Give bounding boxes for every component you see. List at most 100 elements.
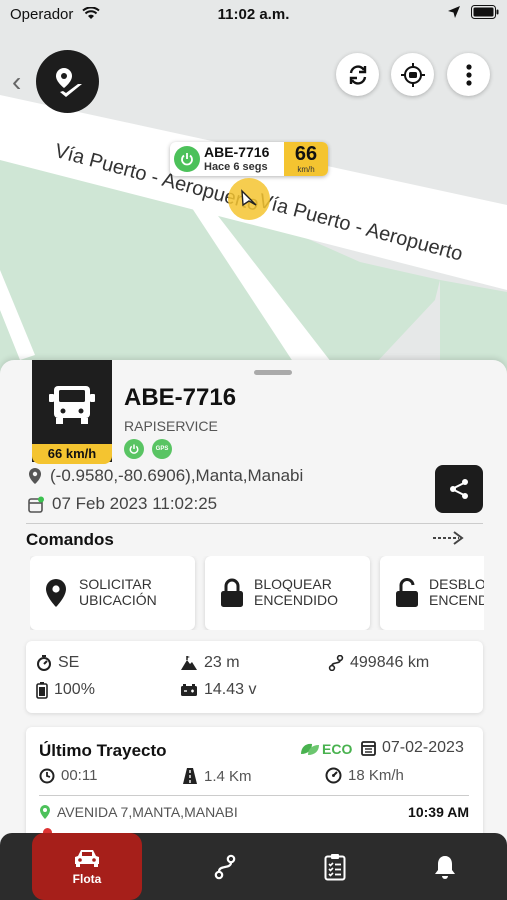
marker-speed-unit: km/h	[297, 165, 315, 174]
address-text: AVENIDA 7,MANTA,MANABI	[57, 804, 238, 820]
marker-speed-value: 66	[294, 143, 318, 165]
stat-value: 499846 km	[350, 654, 430, 671]
command-label: BLOQUEAR ENCENDIDO	[254, 576, 339, 608]
compass-icon	[37, 655, 51, 671]
arrow-right-icon	[433, 531, 464, 545]
car-battery-icon	[181, 684, 197, 696]
stat-value: SE	[58, 654, 80, 671]
vehicle-speed-badge: 66 km/h	[32, 444, 112, 464]
stat-battery: 100%	[36, 681, 95, 699]
tab-fleet[interactable]: Flota	[32, 833, 142, 900]
vehicle-position-marker[interactable]	[228, 178, 270, 220]
status-icons	[447, 5, 499, 19]
trip-duration: 00:11	[39, 767, 97, 784]
tab-notifications[interactable]	[390, 833, 500, 900]
clock-icon	[39, 768, 55, 783]
marker-last-update: Hace 6 segs	[204, 161, 268, 173]
location-text: (-0.9580,-80.6906),Manta,Manabi	[50, 466, 304, 485]
crosshair-icon	[400, 62, 425, 87]
location-arrow-icon	[448, 6, 460, 18]
route-icon	[214, 854, 236, 879]
tab-reports[interactable]	[280, 833, 390, 900]
marker-plate: ABE-7716	[204, 144, 270, 160]
location-pin-icon	[46, 579, 66, 607]
eco-badge: ECO	[300, 741, 352, 757]
vehicle-location: (-0.9580,-80.6906),Manta,Manabi	[28, 466, 303, 486]
power-on-icon	[174, 146, 200, 172]
vehicle-detail-sheet: 66 km/h ABE-7716 RAPISERVICE GPS (-0.958…	[0, 360, 507, 840]
status-bar: Operador 11:02 a.m.	[0, 0, 507, 30]
trip-avg-speed: 18 Km/h	[325, 767, 404, 784]
commands-list[interactable]: SOLICITAR UBICACIÓN BLOQUEAR ENCENDIDO D…	[30, 556, 484, 630]
calendar-icon	[361, 741, 376, 756]
last-trip-date: 07-02-2023	[361, 739, 464, 757]
commands-title: Comandos	[26, 530, 114, 549]
battery-icon	[36, 682, 48, 699]
ignition-on-icon	[124, 439, 144, 459]
car-icon	[75, 849, 99, 867]
bell-icon	[435, 855, 455, 879]
leaf-icon	[301, 743, 319, 755]
vehicle-marker-card[interactable]: ABE-7716 Hace 6 segs 66 km/h	[170, 142, 328, 176]
datetime-text: 07 Feb 2023 11:02:25	[52, 494, 218, 513]
share-button[interactable]	[435, 465, 483, 513]
tab-bar: Flota	[0, 833, 507, 900]
clipboard-icon	[324, 853, 346, 880]
commands-scroll-arrow[interactable]	[432, 530, 464, 551]
location-pin-icon	[29, 468, 41, 484]
gps-icon: GPS	[152, 439, 172, 459]
vehicle-datetime: 07 Feb 2023 11:02:25	[28, 494, 217, 514]
logo-icon	[55, 67, 82, 97]
share-icon	[450, 479, 468, 499]
app-logo[interactable]	[36, 50, 99, 113]
command-unblock-ignition[interactable]: DESBLOQUEAR ENCENDIDO	[380, 556, 484, 630]
battery-icon	[471, 5, 499, 19]
marker-speed-badge: 66 km/h	[284, 142, 328, 176]
route-icon	[328, 655, 344, 671]
trip-value: 18 Km/h	[348, 767, 404, 784]
more-options-button[interactable]	[447, 53, 490, 96]
speedometer-icon	[325, 767, 342, 784]
last-trip-card[interactable]: Último Trayecto ECO 07-02-2023 00:11 1.4…	[26, 727, 483, 840]
direction-arrow-icon	[241, 189, 257, 207]
stat-voltage: 14.43 v	[180, 681, 256, 699]
lock-icon	[221, 578, 243, 607]
command-label: DESBLOQUEAR ENCENDIDO	[429, 576, 484, 608]
sheet-drag-handle[interactable]	[254, 370, 292, 375]
truck-icon	[49, 386, 95, 424]
divider	[39, 795, 469, 796]
stat-value: 14.43 v	[204, 681, 257, 698]
trip-distance: 1.4 Km	[182, 767, 252, 785]
tab-label: Flota	[72, 871, 102, 886]
track-vehicle-button[interactable]	[391, 53, 434, 96]
command-label: SOLICITAR UBICACIÓN	[79, 576, 157, 608]
command-request-location[interactable]: SOLICITAR UBICACIÓN	[30, 556, 195, 630]
vehicle-stats-card: SE 23 m 499846 km 100% 14.43 v	[26, 641, 483, 713]
stat-altitude: 23 m	[180, 654, 240, 672]
start-pin-icon	[40, 805, 50, 819]
trip-start-address: AVENIDA 7,MANTA,MANABI	[39, 804, 238, 820]
date-text: 07-02-2023	[382, 739, 464, 756]
tab-routes[interactable]	[170, 833, 280, 900]
stat-value: 100%	[54, 681, 95, 698]
stat-heading: SE	[36, 654, 79, 672]
unlock-icon	[396, 578, 418, 607]
vehicle-plate: ABE-7716	[124, 384, 237, 411]
trip-start-time: 10:39 AM	[408, 804, 469, 820]
stat-value: 23 m	[204, 654, 240, 671]
divider	[26, 523, 483, 524]
trip-value: 1.4 Km	[204, 767, 252, 785]
trip-value: 00:11	[61, 767, 98, 784]
vehicle-status-badges: GPS	[124, 439, 172, 459]
eco-text: ECO	[322, 741, 353, 757]
refresh-button[interactable]	[336, 53, 379, 96]
clock: 11:02 a.m.	[217, 6, 290, 23]
road-icon	[183, 768, 197, 784]
refresh-icon	[349, 64, 366, 85]
command-block-ignition[interactable]: BLOQUEAR ENCENDIDO	[205, 556, 370, 630]
back-button[interactable]: ‹	[12, 66, 21, 98]
calendar-icon	[28, 496, 44, 513]
mountain-icon	[181, 656, 197, 670]
more-vertical-icon	[465, 63, 472, 86]
stat-odometer: 499846 km	[328, 654, 429, 672]
